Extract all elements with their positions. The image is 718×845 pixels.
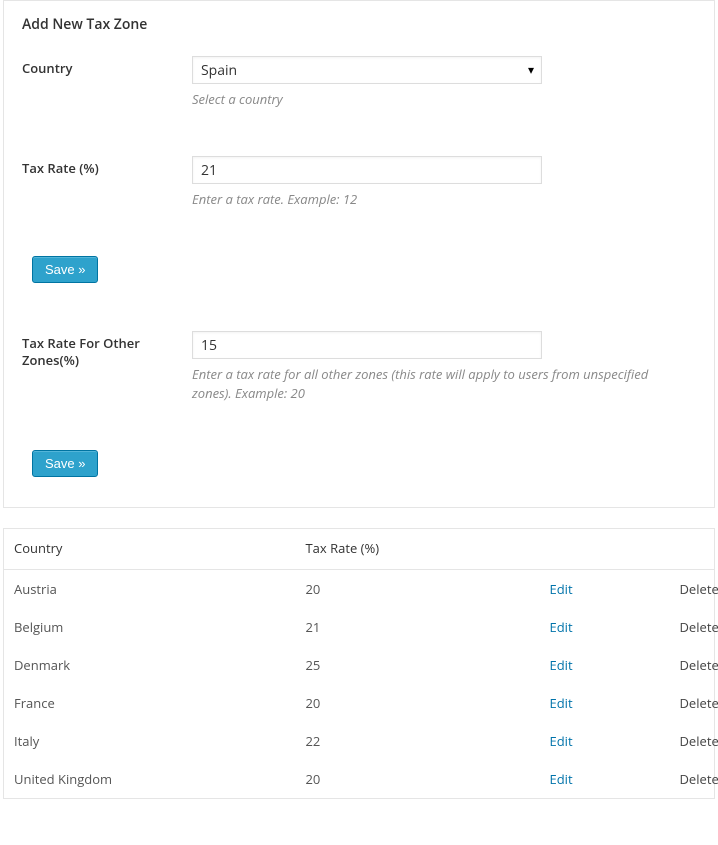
cell-edit: Edit (540, 608, 670, 646)
cell-country: Italy (4, 722, 296, 760)
header-rate: Tax Rate (%) (296, 528, 540, 569)
cell-edit: Edit (540, 646, 670, 684)
cell-rate: 22 (296, 722, 540, 760)
cell-rate: 20 (296, 760, 540, 799)
delete-link[interactable]: Delete (680, 694, 718, 712)
header-country: Country (4, 528, 296, 569)
tax-zones-table: Country Tax Rate (%) Austria20EditDelete… (3, 528, 715, 799)
edit-link[interactable]: Edit (550, 770, 573, 788)
delete-link[interactable]: Delete (680, 580, 718, 598)
cell-country: United Kingdom (4, 760, 296, 799)
cell-rate: 20 (296, 684, 540, 722)
panel-title: Add New Tax Zone (22, 15, 696, 34)
edit-link[interactable]: Edit (550, 732, 573, 750)
edit-link[interactable]: Edit (550, 694, 573, 712)
cell-rate: 25 (296, 646, 540, 684)
header-edit (540, 528, 670, 569)
table-row: Denmark25 Edit Delete (4, 646, 715, 684)
cell-delete: Delete (670, 646, 715, 684)
other-zones-label: Tax Rate For Other Zones(%) (22, 331, 192, 369)
table-head: Country Tax Rate (%) (4, 528, 715, 569)
country-label: Country (22, 56, 192, 77)
add-tax-zone-panel: Add New Tax Zone Country Spain Select a … (3, 0, 715, 508)
cell-rate: 21 (296, 608, 540, 646)
cell-rate: 20 (296, 569, 540, 608)
tax-rate-label: Tax Rate (%) (22, 156, 192, 177)
edit-link[interactable]: Edit (550, 656, 573, 674)
table-body: Austria20EditDeleteBelgium21EditDeleteDe… (4, 569, 715, 798)
delete-link[interactable]: Delete (680, 656, 718, 674)
cell-edit: Edit (540, 684, 670, 722)
tax-rate-input[interactable] (192, 156, 542, 184)
cell-country: France (4, 684, 296, 722)
other-zones-row: Tax Rate For Other Zones(%) Enter a tax … (22, 331, 696, 401)
cell-delete: Delete (670, 569, 715, 608)
tax-rate-row: Tax Rate (%) Enter a tax rate. Example: … (22, 156, 696, 208)
table-row: Belgium21 Edit Delete (4, 608, 715, 646)
save-button[interactable]: Save » (32, 256, 98, 283)
country-row: Country Spain Select a country (22, 56, 696, 108)
delete-link[interactable]: Delete (680, 732, 718, 750)
cell-edit: Edit (540, 569, 670, 608)
header-delete (670, 528, 715, 569)
other-zones-helper: Enter a tax rate for all other zones (th… (192, 365, 672, 401)
delete-link[interactable]: Delete (680, 618, 718, 636)
cell-country: Austria (4, 569, 296, 608)
table-row: United Kingdom20 Edit Delete (4, 760, 715, 799)
delete-link[interactable]: Delete (680, 770, 718, 788)
edit-link[interactable]: Edit (550, 580, 573, 598)
tax-rate-helper: Enter a tax rate. Example: 12 (192, 190, 672, 208)
country-helper: Select a country (192, 90, 672, 108)
country-select[interactable]: Spain (192, 56, 542, 84)
save-button-2[interactable]: Save » (32, 450, 98, 477)
table-row: France20 Edit Delete (4, 684, 715, 722)
cell-delete: Delete (670, 722, 715, 760)
cell-edit: Edit (540, 722, 670, 760)
table-row: Austria20 Edit Delete (4, 569, 715, 608)
cell-delete: Delete (670, 760, 715, 799)
other-zones-input[interactable] (192, 331, 542, 359)
cell-delete: Delete (670, 608, 715, 646)
table-row: Italy22 Edit Delete (4, 722, 715, 760)
country-field: Spain Select a country (192, 56, 696, 108)
cell-delete: Delete (670, 684, 715, 722)
cell-country: Belgium (4, 608, 296, 646)
cell-edit: Edit (540, 760, 670, 799)
cell-country: Denmark (4, 646, 296, 684)
other-zones-field: Enter a tax rate for all other zones (th… (192, 331, 696, 401)
tax-rate-field: Enter a tax rate. Example: 12 (192, 156, 696, 208)
edit-link[interactable]: Edit (550, 618, 573, 636)
